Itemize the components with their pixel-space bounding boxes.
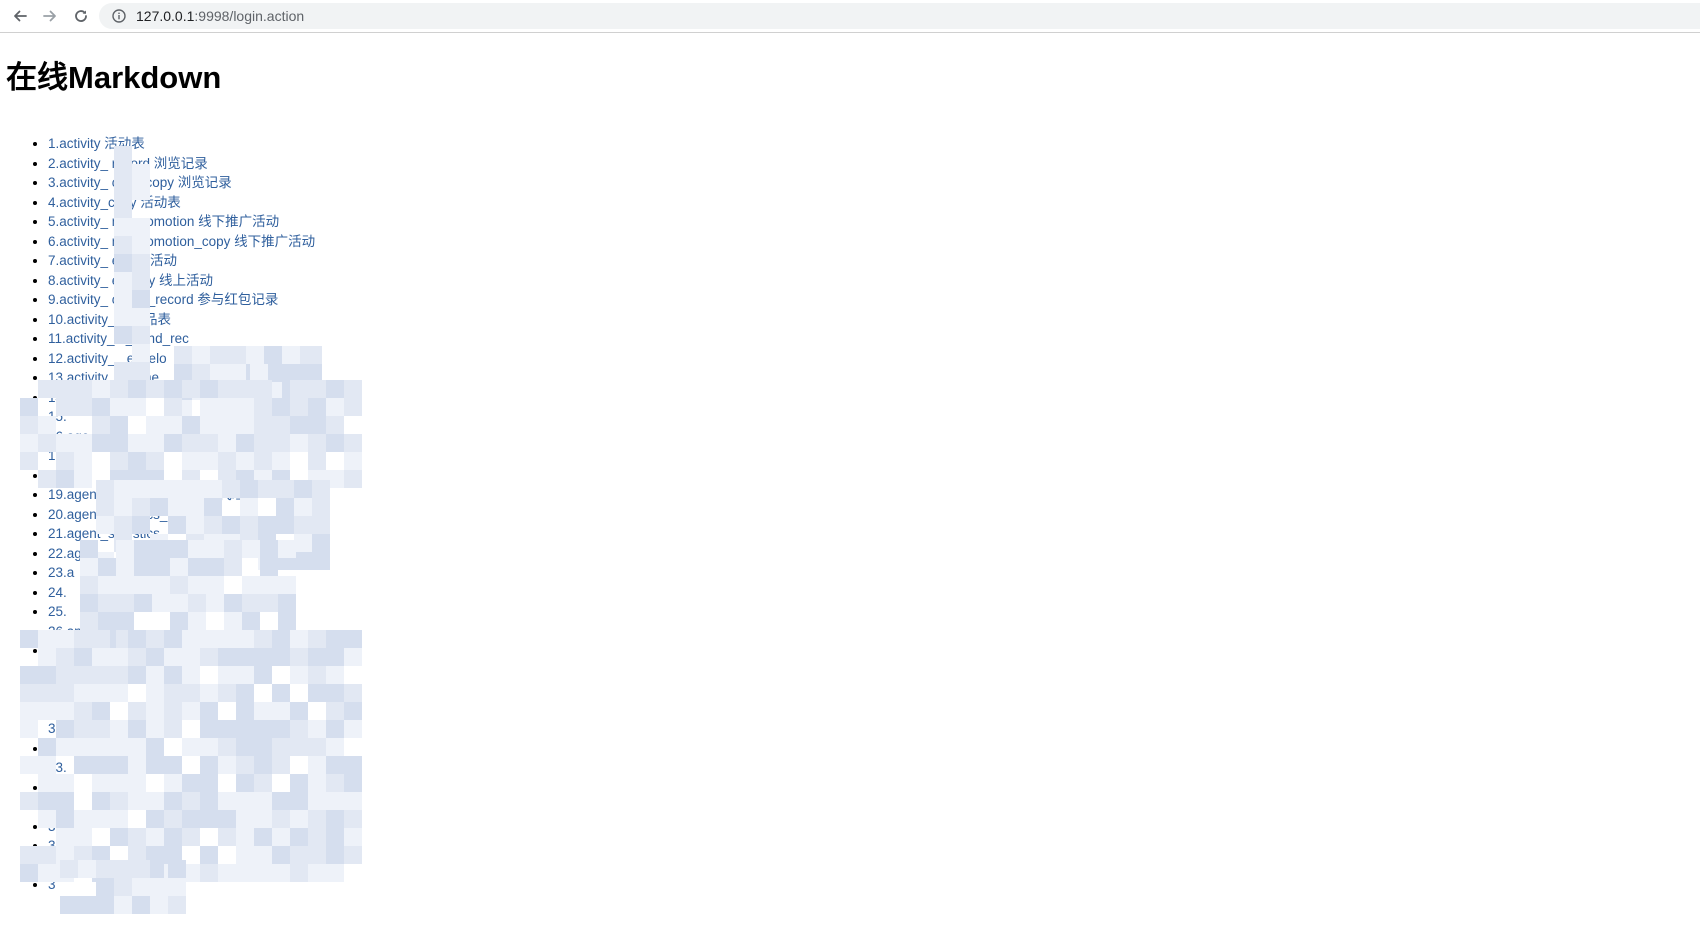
table-list: 1.activity 活动表 2.activity_ record 浏览记录 3.a… [18,134,315,895]
list-item: 9.activity_ cipate_record 参与红包记录 [48,290,315,310]
table-link[interactable]: 31. [48,721,67,736]
list-item: 4.activity_copy 活动表 [48,193,315,213]
table-link[interactable]: 34. [48,780,67,795]
table-link[interactable]: 18. [48,468,67,483]
list-item: 2.activity_ record 浏览记录 [48,154,315,174]
list-item: 18. [48,466,315,486]
table-link[interactable]: 33. [48,760,67,775]
table-link[interactable]: 12.activity_ _envelo [48,351,167,366]
table-link[interactable]: 7.activity_ e 线上活动 [48,253,177,268]
table-link[interactable]: 32. [48,741,67,756]
list-item: 35. [48,797,315,817]
list-item: 38. [48,856,315,876]
list-item: 24. [48,583,315,603]
list-item: 26.ap rsion [48,622,315,642]
url-host: 127.0.0.1 [136,8,195,24]
table-link[interactable]: 20.agent_statistics_rechar [48,507,206,522]
table-link[interactable]: 27. [48,643,67,658]
list-item: 15. [48,407,315,427]
list-item: 25. [48,602,315,622]
list-item: 10.activity_ e 奖品表 [48,310,315,330]
list-item: 30. [48,700,315,720]
list-item: 6.activity_ ne_promotion_copy 线下推广活动 [48,232,315,252]
table-link[interactable]: 30. [48,702,67,717]
list-item: 28. [48,661,315,681]
list-item: 37. [48,836,315,856]
table-link[interactable]: 38. [48,858,67,873]
list-item: 7.activity_ e 线上活动 [48,251,315,271]
table-link[interactable]: 24. [48,585,67,600]
list-item: 19.agent_statistics_investor 代理商+ [48,485,315,505]
reload-icon [75,10,87,22]
list-item: 5.activity_ ne_promotion 线下推广活动 [48,212,315,232]
table-link[interactable]: 35. [48,799,67,814]
table-link[interactable]: 3.activity_ cord_copy 浏览记录 [48,175,232,190]
list-item: 1.activity 活动表 [48,134,315,154]
list-item: 17. [48,446,315,466]
arrow-left-icon [14,10,27,22]
table-link[interactable]: 6.activity_ ne_promotion_copy 线下推广活动 [48,234,315,249]
list-item: 16.age [48,427,315,447]
info-circle-icon[interactable] [112,9,126,23]
list-item: 29. [48,680,315,700]
table-link[interactable]: 3 [48,877,56,892]
address-bar[interactable]: 127.0.0.1:9998/login.action [99,3,1700,29]
list-item: 11.activity_ e_send_rec [48,329,315,349]
list-item: 3.activity_ cord_copy 浏览记录 [48,173,315,193]
list-item: 22.ag [48,544,315,564]
table-link[interactable]: 14. [48,390,67,405]
table-link[interactable]: 19.agent_statistics_investor 代理商+ [48,487,267,502]
table-link[interactable]: 5.activity_ ne_promotion 线下推广活动 [48,214,279,229]
list-item: 3 [48,875,315,895]
table-link[interactable]: 17. [48,448,67,463]
table-link[interactable]: 26.ap rsion [48,624,115,639]
table-link[interactable]: 22.ag [48,546,82,561]
table-link[interactable]: 13.activity_ k_time [48,370,159,385]
table-link[interactable]: 23.a [48,565,74,580]
table-link[interactable]: 4.activity_copy 活动表 [48,195,181,210]
list-item: 34. [48,778,315,798]
list-item: 14. [48,388,315,408]
table-link[interactable]: 2.activity_ record 浏览记录 [48,156,208,171]
table-link[interactable]: 28. [48,663,67,678]
list-item: 32. [48,739,315,759]
table-link[interactable]: 16.age [48,429,89,444]
table-link[interactable]: 15. [48,409,67,424]
arrow-right-icon [43,10,56,22]
table-link[interactable]: 21.agent_statistics [48,526,160,541]
list-item: 27. [48,641,315,661]
table-link[interactable]: 29. [48,682,67,697]
table-link[interactable]: 8.activity_ e_copy 线上活动 [48,273,213,288]
page-title: 在线Markdown [6,60,222,95]
url-text[interactable]: 127.0.0.1:9998/login.action [136,8,304,24]
table-link[interactable]: 36. [48,819,67,834]
reload-button[interactable] [69,4,93,28]
table-link[interactable]: 1.activity 活动表 [48,136,145,151]
list-item: 13.activity_ k_time [48,368,315,388]
list-item: 36. [48,817,315,837]
table-link[interactable]: 11.activity_ e_send_rec [48,331,189,346]
table-link[interactable]: 37. [48,838,67,853]
list-item: 31. [48,719,315,739]
back-button[interactable] [8,4,32,28]
list-item: 20.agent_statistics_rechar [48,505,315,525]
list-item: 33. [48,758,315,778]
list-item: 23.a [48,563,315,583]
url-path: :9998/login.action [194,8,305,24]
browser-toolbar: 127.0.0.1:9998/login.action [0,0,1700,33]
table-link[interactable]: 10.activity_ e 奖品表 [48,312,171,327]
list-item: 8.activity_ e_copy 线上活动 [48,271,315,291]
table-link[interactable]: 9.activity_ cipate_record 参与红包记录 [48,292,278,307]
table-link[interactable]: 25. [48,604,67,619]
list-item: 12.activity_ _envelo [48,349,315,369]
forward-button[interactable] [38,4,62,28]
list-item: 21.agent_statistics [48,524,315,544]
